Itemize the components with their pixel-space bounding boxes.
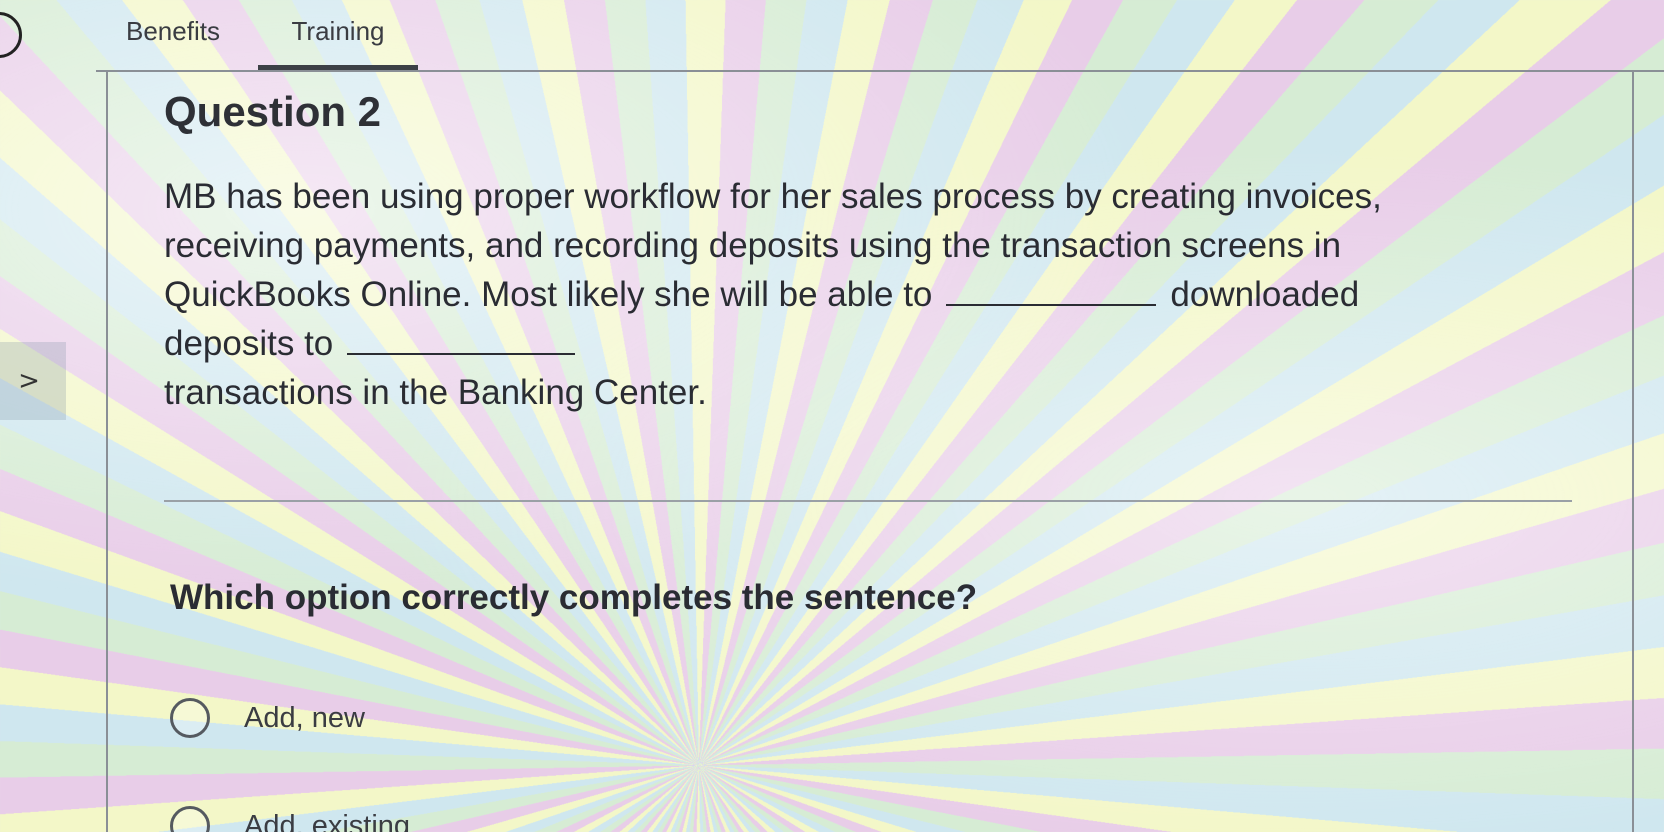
question-text: MB has been using proper workflow for he…: [164, 172, 1444, 417]
question-prompt: Which option correctly completes the sen…: [170, 578, 978, 617]
radio-button[interactable]: [170, 806, 210, 832]
question-text-part-3: transactions in the Banking Center.: [164, 373, 707, 412]
blank-1: [946, 276, 1157, 306]
answer-option-1[interactable]: Add, new: [170, 698, 365, 738]
answer-option-2[interactable]: Add, existing: [170, 806, 410, 832]
tab-benefits[interactable]: Benefits: [126, 16, 220, 47]
question-title: Question 2: [164, 88, 382, 135]
answer-option-label: Add, new: [244, 701, 365, 734]
blank-2: [347, 325, 576, 355]
chevron-right-icon: >: [18, 366, 40, 396]
answer-option-label: Add, existing: [244, 809, 411, 832]
tab-training[interactable]: Training: [258, 16, 418, 70]
divider: [164, 500, 1572, 502]
tab-bar: Benefits Training: [96, 0, 1664, 72]
radio-button[interactable]: [170, 698, 210, 738]
side-panel-expand-button[interactable]: >: [0, 342, 66, 420]
circle-control[interactable]: [0, 12, 22, 58]
